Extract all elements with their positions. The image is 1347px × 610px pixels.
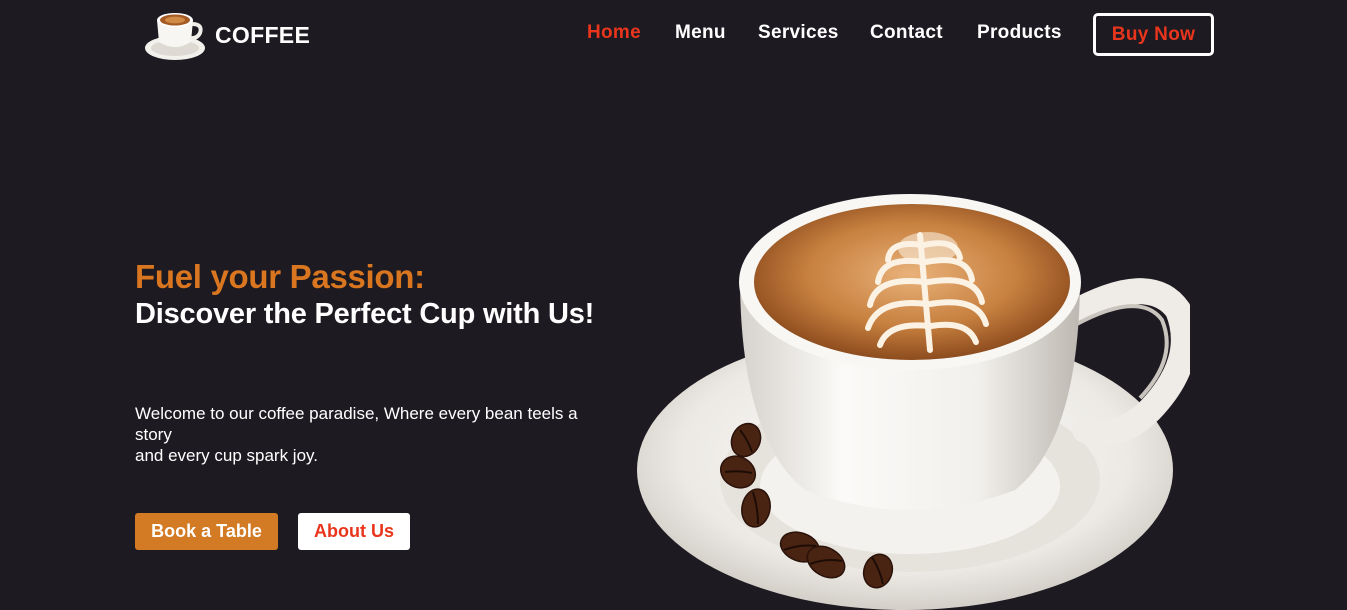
brand-name: COFFEE xyxy=(215,21,311,48)
nav-item-home[interactable]: Home xyxy=(587,22,641,44)
hero-description-line: Welcome to our coffee paradise, Where ev… xyxy=(135,404,578,444)
brand[interactable]: COFFEE xyxy=(143,8,310,62)
about-us-button[interactable]: About Us xyxy=(298,513,410,550)
book-table-button[interactable]: Book a Table xyxy=(135,513,278,550)
hero-title: Discover the Perfect Cup with Us! xyxy=(135,298,595,330)
nav-item-menu[interactable]: Menu xyxy=(675,22,726,44)
hero-description-line: and every cup spark joy. xyxy=(135,446,318,465)
coffee-cup-icon xyxy=(145,13,205,60)
nav-item-products[interactable]: Products xyxy=(977,22,1062,44)
navbar: COFFEE Home Menu Services Contact Produc… xyxy=(0,0,1347,70)
hero-kicker: Fuel your Passion: xyxy=(135,258,425,295)
hero-description: Welcome to our coffee paradise, Where ev… xyxy=(135,403,595,466)
nav-item-contact[interactable]: Contact xyxy=(870,22,943,44)
cappuccino-cup-image xyxy=(637,194,1190,610)
nav-item-services[interactable]: Services xyxy=(758,22,839,44)
buy-now-button[interactable]: Buy Now xyxy=(1093,13,1214,56)
hero-heading: Fuel your Passion: Discover the Perfect … xyxy=(135,257,595,332)
